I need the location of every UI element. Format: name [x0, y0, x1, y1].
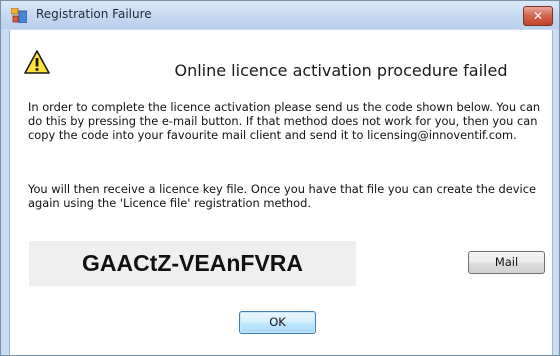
- dialog-heading: Online licence activation procedure fail…: [10, 61, 552, 80]
- followup-paragraph: You will then receive a licence key file…: [28, 182, 536, 210]
- ok-button[interactable]: OK: [239, 311, 316, 334]
- registration-failure-window: Registration Failure ✕ Online licence ac…: [0, 0, 560, 356]
- mail-button[interactable]: Mail: [468, 251, 545, 274]
- instructions-paragraph: In order to complete the licence activat…: [28, 100, 541, 142]
- close-button[interactable]: ✕: [523, 6, 553, 26]
- title-bar[interactable]: Registration Failure ✕: [1, 1, 559, 29]
- close-icon: ✕: [532, 9, 544, 23]
- app-icon: [11, 8, 27, 23]
- dialog-body: Online licence activation procedure fail…: [9, 30, 553, 355]
- window-title: Registration Failure: [36, 7, 152, 21]
- heading-text: Online licence activation procedure fail…: [174, 61, 508, 80]
- activation-code[interactable]: GAACtZ-VEAnFVRA: [29, 241, 356, 286]
